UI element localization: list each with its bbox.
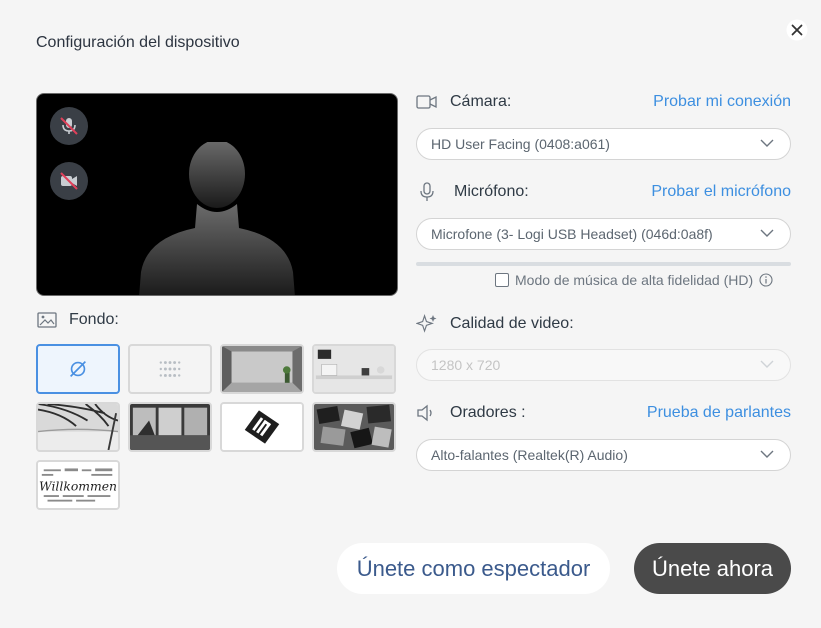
camera-off-icon <box>60 172 78 190</box>
hd-music-row: Modo de música de alta fidelidad (HD) <box>495 272 773 288</box>
chevron-down-icon <box>760 360 774 368</box>
test-speakers-link[interactable]: Prueba de parlantes <box>647 404 791 422</box>
image-icon <box>37 312 57 328</box>
info-icon[interactable] <box>759 273 773 287</box>
video-quality-select[interactable]: 1280 x 720 <box>416 349 791 381</box>
background-option-photo-collage[interactable] <box>312 402 396 452</box>
hd-music-checkbox[interactable] <box>495 273 509 287</box>
mic-muted-button[interactable] <box>50 107 88 145</box>
speakers-select[interactable]: Alto-falantes (Realtek(R) Audio) <box>416 439 791 471</box>
chevron-down-icon <box>760 229 774 237</box>
camera-off-button[interactable] <box>50 162 88 200</box>
microphone-icon <box>416 182 438 201</box>
background-label: Fondo: <box>69 311 119 328</box>
microphone-level-meter <box>416 262 791 266</box>
device-settings-dialog: Configuración del dispositivo Fondo: Wil… <box>0 0 821 628</box>
camera-label-row: Cámara: <box>416 93 511 111</box>
mic-off-icon <box>60 117 78 135</box>
background-option-willkommen[interactable]: Willkommen <box>36 460 120 510</box>
microphone-label: Micrófono: <box>454 183 529 200</box>
blur-icon <box>159 361 181 377</box>
background-option-blur[interactable] <box>128 344 212 394</box>
speakers-select-value: Alto-falantes (Realtek(R) Audio) <box>431 447 628 463</box>
speakers-label-row: Oradores : <box>416 404 526 422</box>
background-option-white-office[interactable] <box>312 344 396 394</box>
join-now-button[interactable]: Únete ahora <box>634 543 791 594</box>
svg-text:Willkommen: Willkommen <box>39 480 117 494</box>
camera-label: Cámara: <box>450 93 512 110</box>
speaker-icon <box>416 404 438 422</box>
person-silhouette <box>139 142 295 295</box>
sparkle-icon <box>416 314 438 333</box>
microphone-select[interactable]: Microfone (3- Logi USB Headset) (046d:0a… <box>416 218 791 250</box>
video-quality-label-row: Calidad de video: <box>416 314 574 333</box>
join-as-spectator-button[interactable]: Únete como espectador <box>337 543 610 594</box>
camera-select-value: HD User Facing (0408:a061) <box>431 136 610 152</box>
no-background-icon <box>70 361 86 377</box>
camera-icon <box>416 93 438 111</box>
background-option-logo[interactable] <box>220 402 304 452</box>
background-label-row: Fondo: <box>37 311 119 329</box>
speakers-label: Oradores : <box>450 404 526 421</box>
chevron-down-icon <box>760 139 774 147</box>
video-quality-label: Calidad de video: <box>450 315 574 332</box>
video-preview <box>36 93 398 296</box>
camera-select[interactable]: HD User Facing (0408:a061) <box>416 128 791 160</box>
background-option-none[interactable] <box>36 344 120 394</box>
chevron-down-icon <box>760 450 774 458</box>
close-icon[interactable] <box>786 19 808 41</box>
test-connection-link[interactable]: Probar mi conexión <box>653 93 791 111</box>
microphone-select-value: Microfone (3- Logi USB Headset) (046d:0a… <box>431 226 713 242</box>
test-microphone-link[interactable]: Probar el micrófono <box>651 183 791 201</box>
video-quality-select-value: 1280 x 720 <box>431 357 501 373</box>
microphone-label-row: Micrófono: <box>416 182 529 201</box>
background-option-empty-room[interactable] <box>220 344 304 394</box>
hd-music-label: Modo de música de alta fidelidad (HD) <box>515 272 754 288</box>
background-option-palm-beach[interactable] <box>36 402 120 452</box>
dialog-title: Configuración del dispositivo <box>36 34 240 51</box>
background-option-window-view[interactable] <box>128 402 212 452</box>
